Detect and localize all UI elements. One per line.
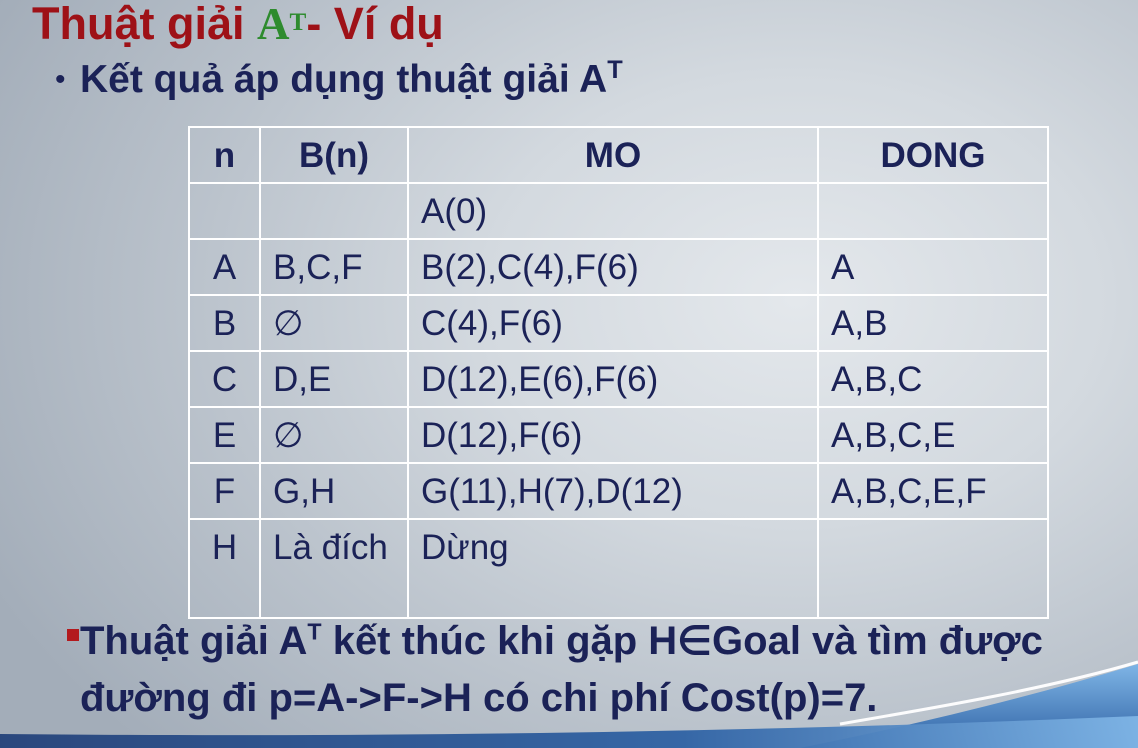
cell-n: F	[188, 462, 261, 520]
conclusion-text-before: Thuật giải A	[80, 619, 308, 663]
subheading-main-text: Kết quả áp dụng thuật giải A	[80, 58, 608, 101]
cell-mo: A(0)	[407, 182, 819, 240]
table-row: C D,E D(12),E(6),F(6) A,B,C	[188, 350, 1049, 408]
header-mo: MO	[407, 126, 819, 184]
cell-n	[188, 182, 261, 240]
cell-n: B	[188, 294, 261, 352]
header-dong: DONG	[817, 126, 1049, 184]
cell-mo: G(11),H(7),D(12)	[407, 462, 819, 520]
cell-b-n	[259, 182, 409, 240]
cell-dong: A,B,C,E,F	[817, 462, 1049, 520]
header-n: n	[188, 126, 261, 184]
table-row: F G,H G(11),H(7),D(12) A,B,C,E,F	[188, 462, 1049, 520]
bullet-dot-icon: •	[55, 63, 66, 96]
table-header-row: n B(n) MO DONG	[188, 126, 1049, 184]
cell-n: E	[188, 406, 261, 464]
table-row: A(0)	[188, 182, 1049, 240]
conclusion-superscript: T	[307, 618, 322, 645]
result-table: n B(n) MO DONG A(0) A B,C,F B(2),C(4),F(…	[188, 126, 1049, 619]
subheading-superscript: T	[607, 56, 623, 85]
cell-mo: C(4),F(6)	[407, 294, 819, 352]
cell-dong: A,B,C	[817, 350, 1049, 408]
table-row: E ∅ D(12),F(6) A,B,C,E	[188, 406, 1049, 464]
cell-dong: A,B	[817, 294, 1049, 352]
square-bullet-icon	[67, 629, 79, 641]
cell-dong	[817, 182, 1049, 240]
slide: Thuật giải AT- Ví dụ • Kết quả áp dụng t…	[0, 0, 1138, 748]
cell-b-n: D,E	[259, 350, 409, 408]
conclusion-line-1: Thuật giải AT kết thúc khi gặp H∈Goal và…	[80, 618, 1043, 664]
cell-dong: A,B,C,E	[817, 406, 1049, 464]
cell-b-n: B,C,F	[259, 238, 409, 296]
table-header: n B(n) MO DONG	[188, 126, 1049, 184]
cell-b-n: ∅	[259, 406, 409, 464]
cell-n: A	[188, 238, 261, 296]
cell-dong: A	[817, 238, 1049, 296]
table-row: H Là đích Dừng	[188, 518, 1049, 619]
title-text-after: - Ví dụ	[306, 0, 444, 49]
conclusion-text-after: kết thúc khi gặp H∈Goal và tìm được	[321, 619, 1043, 663]
subheading-text: Kết quả áp dụng thuật giải AT	[80, 56, 623, 102]
title-text-before: Thuật giải	[32, 0, 257, 49]
cell-b-n: G,H	[259, 462, 409, 520]
title-algorithm-superscript: T	[289, 8, 307, 36]
cell-b-n: ∅	[259, 294, 409, 352]
table-row: B ∅ C(4),F(6) A,B	[188, 294, 1049, 352]
cell-mo: B(2),C(4),F(6)	[407, 238, 819, 296]
conclusion-line-2: đường đi p=A->F->H có chi phí Cost(p)=7.	[80, 676, 878, 720]
title-algorithm-letter: A	[257, 0, 290, 49]
cell-n: H	[188, 518, 261, 619]
cell-n: C	[188, 350, 261, 408]
slide-title: Thuật giải AT- Ví dụ	[32, 0, 444, 48]
table-row: A B,C,F B(2),C(4),F(6) A	[188, 238, 1049, 296]
cell-mo: Dừng	[407, 518, 819, 619]
table-body: A(0) A B,C,F B(2),C(4),F(6) A B ∅ C(4),F…	[188, 182, 1049, 619]
cell-mo: D(12),E(6),F(6)	[407, 350, 819, 408]
subheading-bullet: • Kết quả áp dụng thuật giải AT	[0, 56, 700, 102]
cell-mo: D(12),F(6)	[407, 406, 819, 464]
cell-dong	[817, 518, 1049, 619]
header-b-n: B(n)	[259, 126, 409, 184]
cell-b-n: Là đích	[259, 518, 409, 619]
